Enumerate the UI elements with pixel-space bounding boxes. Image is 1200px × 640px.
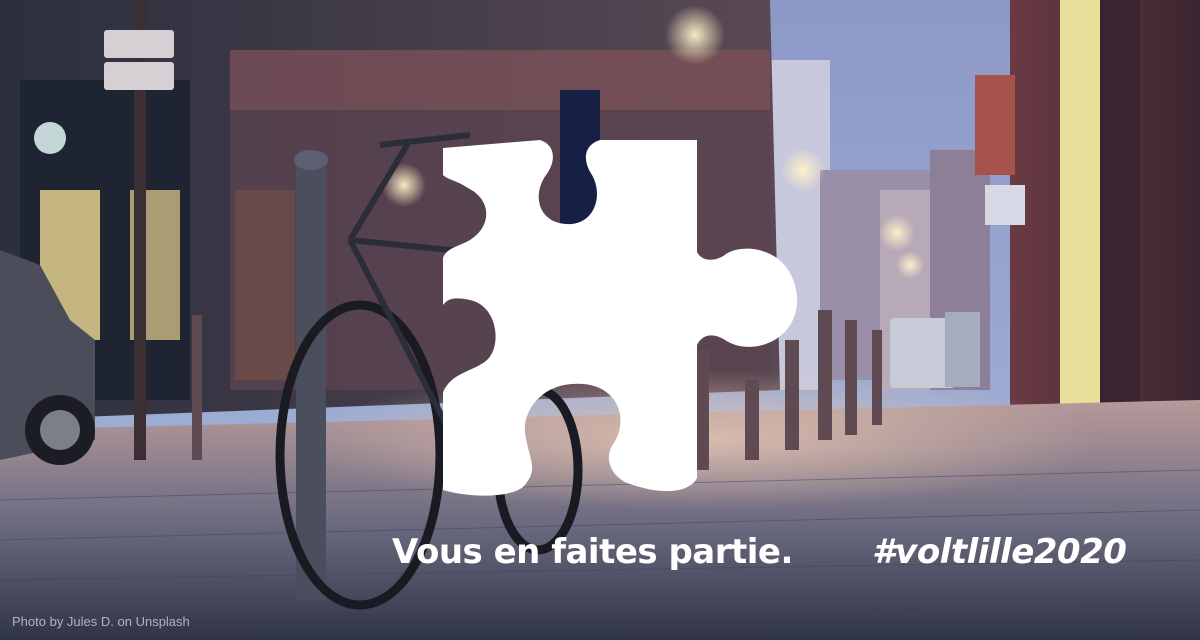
photo-credit: Photo by Jules D. on Unsplash <box>12 614 190 629</box>
hero-banner: Vous en faites partie. #voltlille2020 Ph… <box>0 0 1200 640</box>
tagline-text: Vous en faites partie. <box>392 532 793 572</box>
hashtag-text: #voltlille2020 <box>872 532 1127 572</box>
